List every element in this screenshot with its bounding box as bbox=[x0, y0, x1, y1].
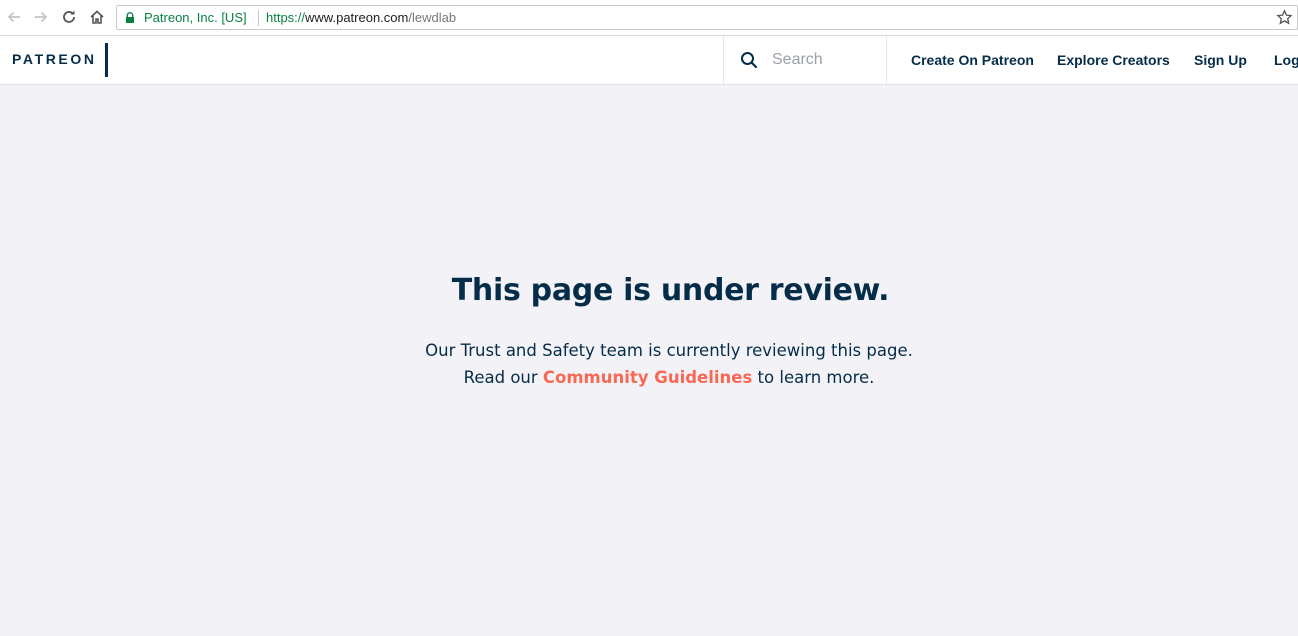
main-content: This page is under review. Our Trust and… bbox=[0, 85, 1298, 636]
lock-icon bbox=[126, 12, 134, 23]
nav-create-on-patreon[interactable]: Create On Patreon bbox=[911, 52, 1034, 68]
nav-explore-creators[interactable]: Explore Creators bbox=[1057, 52, 1170, 68]
guidelines-prefix: Read our bbox=[463, 368, 538, 387]
site-header: PATREON Create On Patreon Explore Creato… bbox=[0, 36, 1298, 85]
search-box[interactable] bbox=[723, 36, 887, 84]
patreon-logo[interactable]: PATREON bbox=[12, 51, 97, 67]
back-arrow-icon bbox=[7, 11, 20, 23]
forward-button[interactable] bbox=[30, 6, 52, 28]
url-text[interactable]: https://www.patreon.com/lewdlab bbox=[266, 10, 456, 25]
nav-sign-up[interactable]: Sign Up bbox=[1194, 52, 1247, 68]
community-guidelines-link[interactable]: Community Guidelines bbox=[543, 368, 752, 387]
bookmark-star-icon[interactable] bbox=[1276, 9, 1293, 26]
forward-arrow-icon bbox=[35, 11, 48, 23]
reload-button[interactable] bbox=[58, 6, 80, 28]
review-message: Our Trust and Safety team is currently r… bbox=[425, 341, 913, 360]
guidelines-line: Read our Community Guidelines to learn m… bbox=[0, 368, 1298, 387]
home-button[interactable] bbox=[86, 6, 108, 28]
site-identity: Patreon, Inc. [US] bbox=[144, 10, 247, 25]
reload-icon bbox=[63, 10, 75, 23]
home-icon bbox=[90, 10, 104, 24]
url-path: /lewdlab bbox=[408, 10, 457, 25]
url-scheme: https:// bbox=[266, 10, 306, 25]
browser-toolbar: Patreon, Inc. [US] https://www.patreon.c… bbox=[0, 0, 1298, 36]
search-icon bbox=[741, 52, 758, 69]
logo-bar bbox=[105, 43, 108, 77]
page-title: This page is under review. bbox=[451, 273, 890, 308]
guidelines-suffix: to learn more. bbox=[757, 368, 875, 387]
nav-log-in[interactable]: Log In bbox=[1274, 52, 1298, 68]
omnibox-divider bbox=[258, 10, 259, 26]
address-bar[interactable]: Patreon, Inc. [US] https://www.patreon.c… bbox=[116, 5, 1298, 30]
search-input[interactable] bbox=[772, 48, 877, 72]
url-host: www.patreon.com bbox=[305, 10, 409, 25]
back-button[interactable] bbox=[3, 6, 25, 28]
